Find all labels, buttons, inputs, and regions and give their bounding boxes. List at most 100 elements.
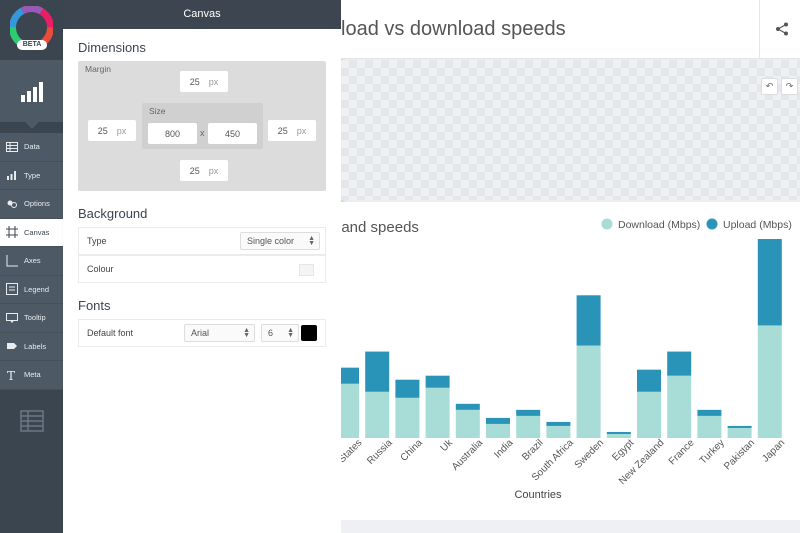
- legend-label[interactable]: Download (Mbps): [618, 219, 700, 231]
- x-tick-label: Japan: [760, 438, 787, 465]
- bar-upload[interactable]: [667, 351, 692, 376]
- bar-download[interactable]: [697, 415, 722, 438]
- height-input[interactable]: 450: [208, 123, 257, 144]
- margin-label: Margin: [85, 64, 111, 74]
- bar-upload[interactable]: [365, 351, 390, 392]
- x-axis-label: Countries: [514, 489, 562, 501]
- sidebar-item-tooltip[interactable]: Tooltip: [0, 304, 63, 333]
- dimensions-title: Dimensions: [78, 40, 146, 55]
- axes-icon: [6, 254, 18, 267]
- background-type-label: Type: [87, 236, 107, 246]
- sidebar-item-label: Tooltip: [24, 313, 46, 323]
- width-input[interactable]: 800: [148, 123, 197, 144]
- legend-label[interactable]: Upload (Mbps): [723, 219, 792, 231]
- size-label: Size: [149, 106, 166, 116]
- canvas-icon: [6, 226, 18, 239]
- canvas-background-bottom: [341, 520, 800, 533]
- svg-text:T: T: [7, 369, 15, 381]
- font-colour-swatch[interactable]: [301, 325, 317, 341]
- bar-upload[interactable]: [606, 431, 631, 434]
- bar-download[interactable]: [576, 345, 601, 438]
- data-table-icon[interactable]: [20, 410, 44, 432]
- undo-button[interactable]: ↶: [761, 78, 778, 95]
- x-tick-label: United States: [341, 438, 364, 488]
- chart-legend: Download (Mbps) Upload (Mbps): [601, 218, 792, 231]
- bar-download[interactable]: [455, 409, 480, 438]
- sidebar-item-data[interactable]: Data: [0, 133, 63, 162]
- bar-upload[interactable]: [425, 375, 450, 388]
- bar-chart-icon: [21, 82, 43, 102]
- bar-upload[interactable]: [576, 295, 601, 346]
- beta-badge: BETA: [17, 40, 47, 50]
- active-pointer: [24, 121, 40, 129]
- sidebar-item-meta[interactable]: T Meta: [0, 361, 63, 390]
- margin-right-input[interactable]: 25 px: [268, 120, 316, 141]
- legend-marker: [706, 218, 718, 230]
- bar-download[interactable]: [365, 391, 390, 438]
- background-type-select[interactable]: Single color ▲ ▼: [240, 232, 320, 250]
- redo-button[interactable]: ↷: [781, 78, 798, 95]
- margin-left-input[interactable]: 25 px: [88, 120, 136, 141]
- margin-top-input[interactable]: 25 px: [180, 71, 228, 92]
- sidebar-item-label: Data: [24, 142, 40, 152]
- bar-upload[interactable]: [757, 239, 782, 326]
- bar-download[interactable]: [757, 325, 782, 438]
- sidebar-item-type[interactable]: Type: [0, 161, 63, 190]
- background-type-row: Type Single color ▲ ▼: [78, 227, 326, 255]
- share-icon[interactable]: [775, 22, 789, 36]
- x-tick-label: Egypt: [610, 437, 636, 463]
- fonts-title: Fonts: [78, 298, 111, 313]
- sidebar-menu: Data Type Options Canvas Axes Legend Too…: [0, 133, 63, 390]
- bar-upload[interactable]: [637, 369, 661, 392]
- bar-upload[interactable]: [455, 403, 480, 410]
- x-tick-label: Brazil: [520, 438, 545, 463]
- sidebar-item-label: Axes: [24, 256, 41, 266]
- margin-bottom-input[interactable]: 25 px: [180, 160, 228, 181]
- bar-download[interactable]: [637, 391, 661, 438]
- dimensions-box: Margin 25 px 25 px 25 px 25 px Size 800 x 45…: [78, 61, 326, 191]
- bar-upload[interactable]: [486, 417, 510, 424]
- bar-download[interactable]: [667, 375, 692, 438]
- x-tick-label: Uk: [439, 437, 456, 454]
- size-box: Size 800 x 450: [142, 103, 263, 149]
- sidebar-item-legend[interactable]: Legend: [0, 275, 63, 304]
- x-tick-label: Turkey: [698, 438, 727, 467]
- bar-download[interactable]: [516, 415, 541, 438]
- sidebar-item-label: Labels: [24, 341, 47, 351]
- bar-download[interactable]: [425, 387, 450, 438]
- font-family-select[interactable]: Arial ▲ ▼: [184, 324, 255, 342]
- bar-upload[interactable]: [516, 409, 541, 416]
- x-tick-label: India: [492, 437, 515, 460]
- default-font-label: Default font: [87, 328, 134, 338]
- bar-upload[interactable]: [395, 379, 420, 398]
- x-tick-label: Pakistan: [722, 438, 757, 473]
- divider: [759, 0, 760, 59]
- x-tick-label: China: [399, 437, 426, 464]
- background-colour-swatch[interactable]: [299, 264, 314, 276]
- sidebar-item-label: Canvas: [24, 227, 50, 237]
- sidebar-item-label: Legend: [24, 284, 50, 294]
- background-colour-row: Colour: [78, 255, 326, 283]
- canvas-background: [341, 60, 800, 200]
- bar-download[interactable]: [546, 425, 571, 438]
- chart-card: band speeds Download (Mbps) Upload (Mbps)…: [341, 202, 800, 520]
- sidebar-item-labels[interactable]: Labels: [0, 332, 63, 361]
- bar-download[interactable]: [486, 423, 510, 438]
- canvas-settings-panel: Canvas Dimensions Margin 25 px 25 px 25 px …: [63, 0, 341, 533]
- bar-download[interactable]: [395, 397, 420, 438]
- meta-icon: T: [7, 369, 15, 381]
- sidebar-item-label: Meta: [24, 370, 41, 380]
- sidebar-item-options[interactable]: Options: [0, 190, 63, 219]
- bar-upload[interactable]: [727, 425, 752, 428]
- bar-download[interactable]: [341, 383, 359, 438]
- sidebar-item-canvas[interactable]: Canvas: [0, 218, 63, 247]
- bar-upload[interactable]: [546, 421, 571, 426]
- bar-upload[interactable]: [341, 367, 359, 384]
- bar-download[interactable]: [727, 427, 752, 438]
- sidebar-item-axes[interactable]: Axes: [0, 247, 63, 276]
- default-font-row: Default font Arial ▲ ▼ 6 ▲ ▼: [78, 319, 326, 347]
- font-size-select[interactable]: 6 ▲ ▼: [261, 324, 299, 342]
- x-tick-label: Sweden: [573, 438, 606, 471]
- bar-upload[interactable]: [697, 409, 722, 416]
- chart-title: band speeds: [341, 219, 419, 236]
